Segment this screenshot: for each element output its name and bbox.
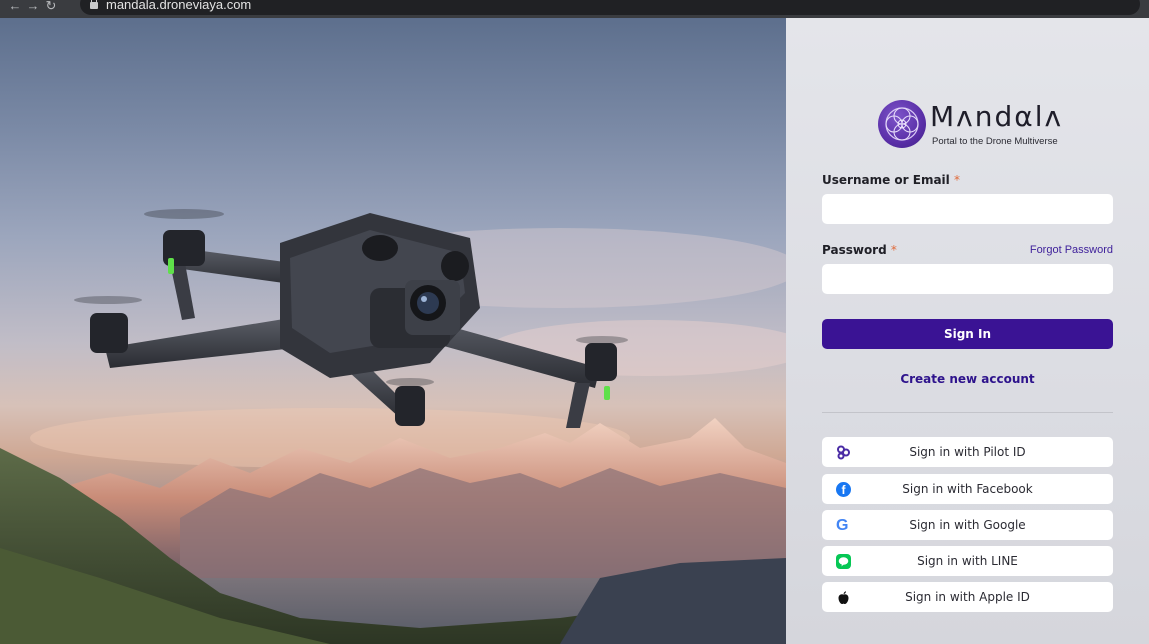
lock-icon [90,0,98,9]
sign-in-apple-id-button[interactable]: Sign in with Apple ID [822,582,1113,612]
pilot-id-icon [836,445,851,460]
password-label: Password * [822,243,897,257]
login-panel: Mʌndαlʌ Portal to the Drone Multiverse U… [786,18,1149,644]
username-label: Username or Email * [822,173,960,187]
url-text: mandala.droneviaya.com [106,0,252,12]
social-label: Sign in with Google [909,518,1026,532]
logo-tagline: Portal to the Drone Multiverse [932,136,1058,147]
facebook-icon: f [836,482,851,497]
sign-in-button[interactable]: Sign In [822,319,1113,349]
social-label: Sign in with LINE [917,554,1018,568]
address-bar[interactable]: mandala.droneviaya.com [80,0,1140,15]
forgot-password-link[interactable]: Forgot Password [1030,244,1113,256]
back-arrow-icon[interactable]: ← [6,0,24,12]
mandala-emblem-icon [878,100,926,148]
browser-toolbar: ← → ↻ mandala.droneviaya.com [0,0,1149,18]
social-label: Sign in with Facebook [902,482,1033,496]
drone-landscape-illustration [0,209,786,644]
google-icon: G [836,517,849,534]
line-icon [836,554,851,569]
sign-in-facebook-button[interactable]: f Sign in with Facebook [822,474,1113,504]
sign-in-line-button[interactable]: Sign in with LINE [822,546,1113,576]
required-mark: * [953,173,960,187]
divider [822,412,1113,413]
social-label: Sign in with Apple ID [905,590,1030,604]
create-account-link[interactable]: Create new account [822,372,1113,386]
mandala-logo: Mʌndαlʌ Portal to the Drone Multiverse [878,98,1068,150]
hero-drone-image [0,18,786,644]
password-input[interactable] [822,264,1113,294]
sign-in-google-button[interactable]: G Sign in with Google [822,510,1113,540]
sign-in-pilot-id-button[interactable]: Sign in with Pilot ID [822,437,1113,467]
apple-icon [836,590,851,605]
username-input[interactable] [822,194,1113,224]
reload-icon[interactable]: ↻ [42,0,60,12]
forward-arrow-icon[interactable]: → [24,0,42,12]
social-label: Sign in with Pilot ID [909,445,1026,459]
required-mark: * [890,243,897,257]
logo-wordmark: Mʌndαlʌ [930,100,1064,133]
